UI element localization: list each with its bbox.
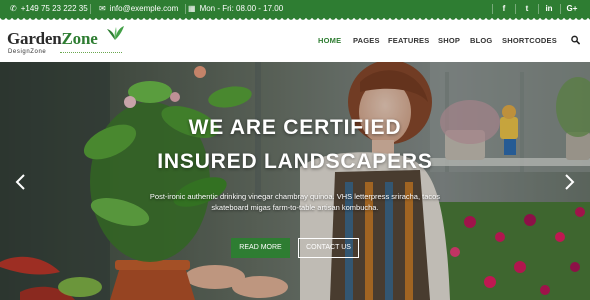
hero-description: Post-ironic authentic drinking vinegar c… bbox=[120, 191, 470, 213]
hero-description-line1: Post-ironic authentic drinking vinegar c… bbox=[149, 192, 441, 201]
nav-shortcodes[interactable]: SHORTCODES bbox=[502, 36, 557, 45]
nav-shop[interactable]: SHOP bbox=[438, 36, 460, 45]
google-plus-icon[interactable]: G+ bbox=[561, 0, 583, 18]
calendar-icon: ▦ bbox=[188, 4, 196, 13]
nav-home[interactable]: HOME bbox=[318, 36, 341, 45]
linkedin-icon[interactable]: in bbox=[538, 0, 560, 18]
logo[interactable]: GardenZone bbox=[7, 29, 98, 49]
divider bbox=[185, 4, 186, 14]
nav-blog[interactable]: BLOG bbox=[470, 36, 492, 45]
nav-pages[interactable]: PAGES bbox=[353, 36, 380, 45]
phone-info[interactable]: ✆ +149 75 23 222 35 bbox=[10, 0, 88, 18]
main-navbar: GardenZone DesignZone HOME PAGES FEATURE… bbox=[0, 21, 590, 62]
chevron-right-icon[interactable] bbox=[562, 173, 576, 191]
logo-name-part1: Garden bbox=[7, 29, 62, 48]
logo-dotted-line bbox=[60, 52, 122, 53]
top-info-bar: ✆ +149 75 23 222 35 ✉ info@exemple.com ▦… bbox=[0, 0, 590, 18]
email-info[interactable]: ✉ info@exemple.com bbox=[99, 0, 178, 18]
logo-tagline: DesignZone bbox=[8, 49, 47, 55]
nav-features[interactable]: FEATURES bbox=[388, 36, 429, 45]
envelope-icon: ✉ bbox=[99, 4, 106, 13]
email-address: info@exemple.com bbox=[109, 4, 179, 13]
opening-hours: Mon - Fri: 08.00 - 17.00 bbox=[199, 4, 284, 13]
divider bbox=[90, 4, 91, 14]
phone-number: +149 75 23 222 35 bbox=[20, 4, 88, 13]
twitter-icon[interactable]: t bbox=[516, 0, 538, 18]
hours-info: ▦ Mon - Fri: 08.00 - 17.00 bbox=[188, 0, 283, 18]
hero-slider: WE ARE CERTIFIED INSURED LANDSCAPERS Pos… bbox=[0, 62, 590, 300]
logo-name-part2: Zone bbox=[61, 29, 98, 48]
hero-title-line2: INSURED LANDSCAPERS bbox=[157, 150, 433, 173]
contact-us-button[interactable]: CONTACT US bbox=[298, 238, 359, 258]
hero-title-line1: WE ARE CERTIFIED bbox=[188, 116, 402, 139]
search-icon[interactable] bbox=[571, 35, 580, 45]
leaf-icon bbox=[107, 26, 124, 40]
phone-icon: ✆ bbox=[10, 4, 17, 13]
read-more-button[interactable]: READ MORE bbox=[231, 238, 290, 258]
chevron-left-icon[interactable] bbox=[14, 173, 28, 191]
hero-description-line2: skateboard migas farm-to-table artisan k… bbox=[211, 203, 379, 212]
hero-background-photo bbox=[0, 62, 590, 300]
facebook-icon[interactable]: f bbox=[493, 0, 515, 18]
